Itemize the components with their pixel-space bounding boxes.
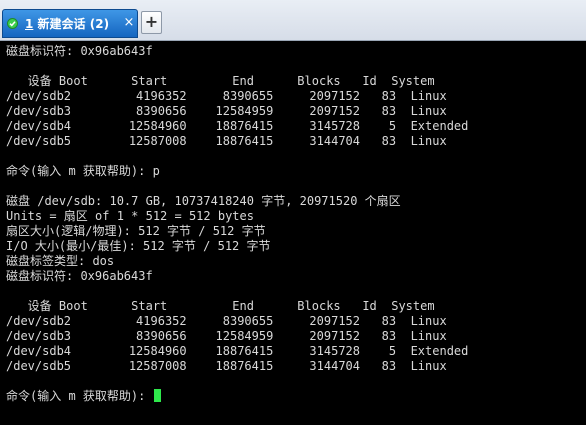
- terminal-line: /dev/sdb4 12584960 18876415 3145728 5 Ex…: [6, 344, 469, 358]
- terminal-line: /dev/sdb4 12584960 18876415 3145728 5 Ex…: [6, 119, 469, 133]
- terminal-line: 设备 Boot Start End Blocks Id System: [6, 74, 435, 88]
- text-cursor: [153, 389, 161, 402]
- terminal-line: 命令(输入 m 获取帮助): p: [6, 164, 160, 178]
- terminal-line: 磁盘 /dev/sdb: 10.7 GB, 10737418240 字节, 20…: [6, 194, 401, 208]
- terminal-line: /dev/sdb5 12587008 18876415 3144704 83 L…: [6, 134, 447, 148]
- terminal-line: 扇区大小(逻辑/物理): 512 字节 / 512 字节: [6, 224, 266, 238]
- green-check-icon: [7, 18, 18, 29]
- tab-title: 新建会话: [37, 17, 86, 31]
- terminal-line: /dev/sdb5 12587008 18876415 3144704 83 L…: [6, 359, 447, 373]
- terminal-line: 设备 Boot Start End Blocks Id System: [6, 299, 435, 313]
- terminal-line: 磁盘标识符: 0x96ab643f: [6, 44, 153, 58]
- terminal-line: 磁盘标签类型: dos: [6, 254, 115, 268]
- terminal-line: /dev/sdb3 8390656 12584959 2097152 83 Li…: [6, 329, 447, 343]
- tab-label: 1 新建会话 (2): [25, 15, 109, 32]
- close-icon[interactable]: ×: [122, 16, 136, 30]
- terminal-line: Units = 扇区 of 1 * 512 = 512 bytes: [6, 209, 254, 223]
- tab-session-1[interactable]: 1 新建会话 (2) ×: [2, 9, 138, 38]
- session-tab-bar: 1 新建会话 (2) × +: [0, 0, 586, 41]
- new-tab-button[interactable]: +: [141, 11, 162, 34]
- tab-badge: (2): [89, 17, 110, 31]
- terminal-line: 磁盘标识符: 0x96ab643f: [6, 269, 153, 283]
- terminal-line: I/O 大小(最小/最佳): 512 字节 / 512 字节: [6, 239, 271, 253]
- terminal-output[interactable]: 磁盘标识符: 0x96ab643f 设备 Boot Start End Bloc…: [0, 41, 586, 425]
- terminal-line: /dev/sdb3 8390656 12584959 2097152 83 Li…: [6, 104, 447, 118]
- command-prompt-line: 命令(输入 m 获取帮助):: [6, 389, 161, 404]
- tab-number: 1: [25, 17, 34, 31]
- terminal-line: /dev/sdb2 4196352 8390655 2097152 83 Lin…: [6, 89, 447, 103]
- terminal-line: /dev/sdb2 4196352 8390655 2097152 83 Lin…: [6, 314, 447, 328]
